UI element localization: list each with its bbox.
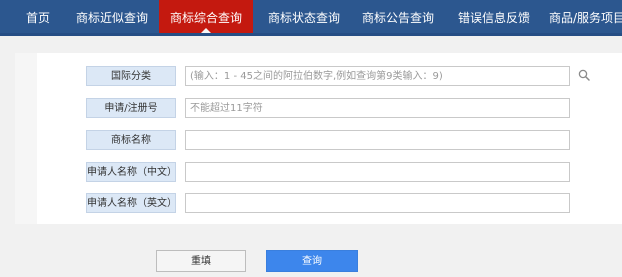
- search-icon[interactable]: [578, 69, 590, 81]
- nav-item-comprehensive-search[interactable]: 商标综合查询: [159, 0, 253, 33]
- applicant-name-cn-input[interactable]: [185, 162, 570, 182]
- international-class-input[interactable]: [185, 66, 570, 86]
- reset-button[interactable]: 重填: [156, 250, 246, 272]
- applicant-name-cn-label: 申请人名称（中文）: [86, 162, 176, 182]
- trademark-name-input[interactable]: [185, 130, 570, 150]
- international-class-label: 国际分类: [86, 66, 176, 86]
- applicant-name-en-input[interactable]: [185, 193, 570, 213]
- trademark-name-label: 商标名称: [86, 130, 176, 150]
- nav-item-announcement-search[interactable]: 商标公告查询: [358, 0, 438, 33]
- nav-item-goods-services[interactable]: 商品/服务项目: [549, 0, 622, 33]
- top-nav-bar: 首页 商标近似查询 商标综合查询 商标状态查询 商标公告查询 错误信息反馈 商品…: [0, 0, 622, 36]
- applicant-name-en-label: 申请人名称（英文）: [86, 193, 176, 213]
- query-button[interactable]: 查询: [266, 250, 358, 272]
- registration-number-label: 申请/注册号: [86, 98, 176, 118]
- nav-item-similar-search[interactable]: 商标近似查询: [72, 0, 152, 33]
- nav-item-error-feedback[interactable]: 错误信息反馈: [454, 0, 534, 33]
- nav-item-status-search[interactable]: 商标状态查询: [264, 0, 344, 33]
- registration-number-input[interactable]: [185, 98, 570, 118]
- nav-item-home[interactable]: 首页: [20, 0, 56, 33]
